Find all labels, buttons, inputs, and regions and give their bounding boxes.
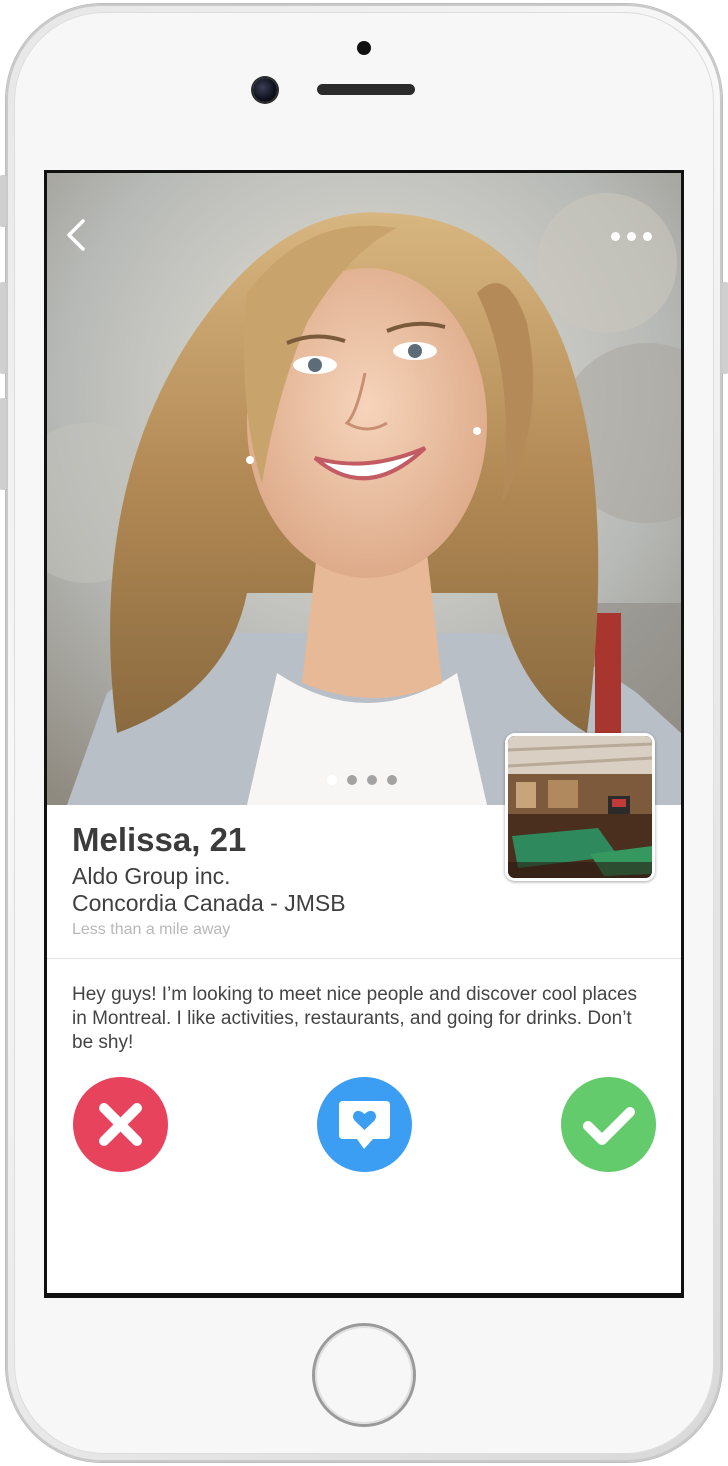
reject-button[interactable]: [73, 1077, 168, 1172]
profile-company: Aldo Group inc.: [72, 863, 231, 889]
proximity-sensor: [357, 41, 371, 55]
ellipsis-icon: [627, 232, 636, 241]
front-camera: [253, 78, 277, 102]
volume-up-button: [0, 282, 6, 374]
power-button: [722, 282, 728, 374]
divider: [47, 958, 681, 959]
earpiece-speaker: [317, 84, 415, 95]
profile-photo-illustration: [47, 173, 681, 805]
volume-down-button: [0, 398, 6, 490]
profile-name-age: Melissa, 21: [72, 821, 247, 858]
chat-heart-icon: [339, 1101, 390, 1149]
accept-button[interactable]: [561, 1077, 656, 1172]
ellipsis-icon: [643, 232, 652, 241]
mute-switch: [0, 175, 6, 227]
profile-bio: Hey guys! I’m looking to meet nice peopl…: [72, 984, 638, 1053]
close-icon: [99, 1103, 142, 1146]
pagination-dot[interactable]: [347, 775, 357, 785]
checkmark-icon: [583, 1107, 635, 1145]
profile-school: Concordia Canada - JMSB: [72, 890, 346, 916]
screen: Melissa, 21 Aldo Group inc. Concordia Ca…: [44, 170, 684, 1298]
venue-thumbnail-image: [508, 736, 652, 878]
home-button[interactable]: [315, 1326, 413, 1424]
profile-distance: Less than a mile away: [72, 921, 231, 938]
ellipsis-icon: [611, 232, 620, 241]
message-button[interactable]: [317, 1077, 412, 1172]
profile-screen: Melissa, 21 Aldo Group inc. Concordia Ca…: [47, 173, 681, 1293]
pagination-dot-active[interactable]: [327, 775, 337, 785]
pagination-dot[interactable]: [387, 775, 397, 785]
profile-photo[interactable]: [47, 173, 681, 805]
back-button[interactable]: [63, 217, 93, 253]
chevron-left-icon: [67, 219, 85, 251]
pagination-dot[interactable]: [367, 775, 377, 785]
venue-thumbnail[interactable]: [505, 733, 655, 881]
more-options-button[interactable]: [607, 225, 655, 245]
